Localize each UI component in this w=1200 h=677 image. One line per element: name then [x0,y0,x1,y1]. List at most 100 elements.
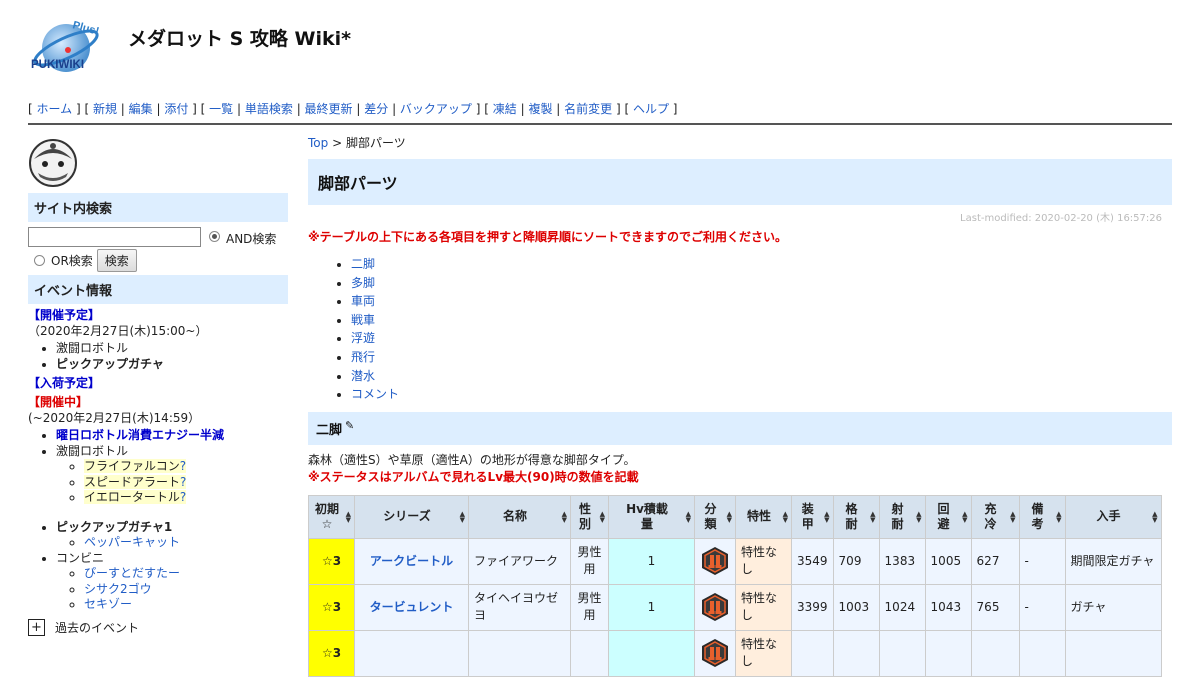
nav-backup[interactable]: バックアップ [400,102,472,116]
list-item: ペッパーキャット [84,535,288,551]
nav-diff[interactable]: 差分 [364,102,388,116]
header-class[interactable]: 分 類 ▲ ▼ [694,494,736,539]
header-shoot-def[interactable]: 射 耐 ▲ ▼ [878,494,926,539]
edit-pencil-icon[interactable]: ✎ [345,419,354,432]
toc-link[interactable]: 多脚 [351,276,375,290]
evade-cell [924,629,972,677]
feature-cell: 特性なし [735,629,792,677]
ongoing-item-label: 激闘ロボトル [56,443,129,458]
nav-new[interactable]: 新規 [93,102,117,116]
biped-legs-icon [702,593,728,622]
sub-item-link[interactable]: ペッパーキャット [84,535,180,549]
toc-link[interactable]: 二脚 [351,257,375,271]
toc-link[interactable]: 潜水 [351,369,375,383]
series-cell: アークビートル [354,537,469,585]
sort-arrows-icon: ▲ ▼ [685,509,691,524]
toc-link[interactable]: コメント [351,387,399,401]
site-title[interactable]: メダロット S 攻略 Wiki* [128,24,351,51]
sub-item-link[interactable]: シサク2ゴウ [84,582,152,596]
rarity-cell: ☆3 [308,537,355,585]
nav-help[interactable]: ヘルプ [633,102,669,116]
past-events-label: 過去のイベント [55,620,140,635]
sort-arrows-icon: ▲ ▼ [1010,509,1016,524]
or-search-radio[interactable] [34,255,45,266]
sub-item-link[interactable]: ? [180,474,187,489]
sub-item-link[interactable]: ぴーすとだすたー [84,566,180,580]
scheduled-date: （2020年2月27日(木)15:00~） [28,324,208,338]
pickup-label: ピックアップガチャ1 [56,519,173,534]
header-label: 備 考 [1031,501,1044,531]
rarity-cell: ☆3 [308,629,355,677]
nav-word-search[interactable]: 単語検索 [245,102,293,116]
sub-item-link[interactable]: ? [179,459,187,473]
series-link[interactable]: アークビートル [370,554,453,568]
main-content: Top > 脚部パーツ 脚部パーツ Last-modified: 2020-02… [308,134,1172,677]
melee-def-cell [832,629,880,677]
note-cell [1018,629,1066,677]
class-cell [694,583,736,631]
header-feature[interactable]: 特性 ▲ ▼ [735,494,792,539]
header-evade[interactable]: 回 避 ▲ ▼ [924,494,972,539]
nav-attach[interactable]: 添付 [164,102,188,116]
expand-past-events-button[interactable]: + [28,618,45,636]
nav-copy[interactable]: 複製 [528,102,552,116]
gender-cell: 男性用 [570,583,609,631]
nav-list[interactable]: 一覧 [209,102,233,116]
list-item: 浮遊 [351,329,1172,348]
toc-link[interactable]: 飛行 [351,350,375,364]
header-gender[interactable]: 性 別 ▲ ▼ [570,494,609,539]
nav-home[interactable]: ホーム [37,102,73,116]
header-armor[interactable]: 装 甲 ▲ ▼ [791,494,834,539]
obtain-cell: 期間限定ガチャ [1064,537,1162,585]
header-melee-def[interactable]: 格 耐 ▲ ▼ [832,494,880,539]
hv-cell: 1 [608,537,695,585]
rarity-cell: ☆3 [308,583,355,631]
list-item: イエロータートル? [84,490,288,506]
and-search-radio[interactable] [209,231,220,242]
search-button[interactable]: 検索 [96,249,137,272]
obtain-cell [1064,629,1162,677]
nav-edit[interactable]: 編集 [129,102,153,116]
breadcrumb-top-link[interactable]: Top [308,136,328,150]
header-rarity[interactable]: 初期 ☆ ▲ ▼ [308,494,355,539]
header-note[interactable]: 備 考 ▲ ▼ [1018,494,1066,539]
header-label: 入手 [1096,509,1121,524]
list-item: 多脚 [351,274,1172,293]
cooldown-cell: 627 [970,537,1020,585]
nav-recent[interactable]: 最終更新 [305,102,353,116]
feature-cell: 特性なし [735,537,792,585]
name-cell: タイヘイヨウゼヨ [468,583,571,631]
header-divider [28,123,1172,125]
series-link[interactable]: タービュレント [370,600,454,614]
header-series[interactable]: シリーズ ▲ ▼ [354,494,469,539]
list-item: 二脚 [351,255,1172,274]
toc-link[interactable]: 戦車 [351,313,375,327]
header-cooldown[interactable]: 充 冷 ▲ ▼ [970,494,1020,539]
toc-link[interactable]: 浮遊 [351,331,375,345]
and-search-label: AND検索 [226,232,277,246]
cooldown-cell [970,629,1020,677]
pukiwiki-logo[interactable]: Plus! PUKIWIKI [28,12,104,88]
sub-item-label: イエロータートル [84,490,180,504]
cooldown-cell: 765 [970,583,1020,631]
site-search-input[interactable] [28,226,201,247]
note-cell: - [1018,537,1066,585]
list-item: 激闘ロボトル フライファルコン? スピードアラート? イエロータートル? [56,444,288,506]
header-name[interactable]: 名称 ▲ ▼ [468,494,571,539]
sub-item-link[interactable]: セキゾー [84,597,132,611]
list-item: スピードアラート? [84,474,288,491]
toc-link[interactable]: 車両 [351,294,375,308]
header-hv[interactable]: Hv積載 量 ▲ ▼ [608,494,695,539]
ongoing-date: (~2020年2月27日(木)14:59） [28,411,201,425]
nav-freeze[interactable]: 凍結 [493,102,517,116]
ongoing-heading: 【開催中】 [28,395,89,409]
header-obtain[interactable]: 入手 ▲ ▼ [1064,494,1162,539]
nav-rename[interactable]: 名前変更 [564,102,612,116]
class-cell [694,629,736,677]
sub-item-link[interactable]: ? [179,490,187,504]
class-cell [694,537,736,585]
ongoing-item-link[interactable]: 曜日ロボトル消費エナジー半減 [56,428,224,442]
shoot-def-cell [878,629,926,677]
name-cell: ファイアワーク [468,537,571,585]
series-cell: タービュレント [354,583,469,631]
